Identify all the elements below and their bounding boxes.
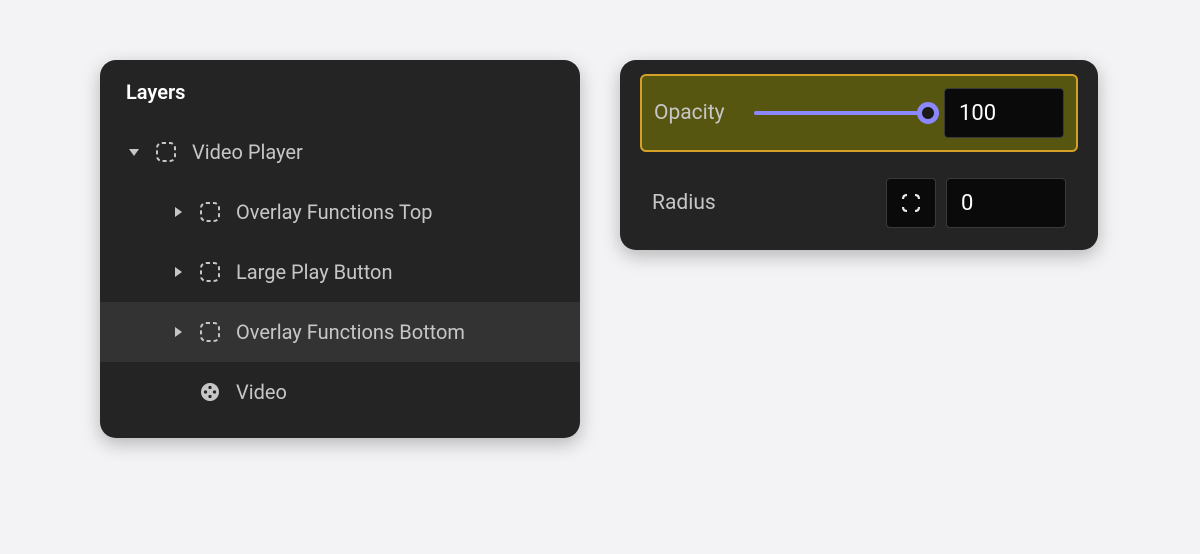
- layers-panel: Layers Video Player Overlay Functions To…: [100, 60, 580, 438]
- frame-icon: [198, 260, 222, 284]
- properties-panel: Opacity 100 Radius 0: [620, 60, 1098, 250]
- layer-label: Overlay Functions Top: [236, 200, 432, 224]
- layer-row-video[interactable]: Video: [100, 362, 580, 422]
- opacity-label: Opacity: [654, 101, 754, 125]
- disclosure-triangle-right-icon[interactable]: [170, 324, 186, 340]
- slider-track: [754, 111, 928, 115]
- radius-input[interactable]: 0: [946, 178, 1066, 228]
- disclosure-triangle-right-icon[interactable]: [170, 264, 186, 280]
- frame-icon: [198, 320, 222, 344]
- disclosure-triangle-down-icon[interactable]: [126, 144, 142, 160]
- layer-label: Overlay Functions Bottom: [236, 320, 465, 344]
- corner-radius-icon: [900, 192, 922, 214]
- slider-thumb[interactable]: [917, 102, 939, 124]
- frame-icon: [198, 200, 222, 224]
- layer-label: Video: [236, 380, 287, 404]
- opacity-row: Opacity 100: [640, 74, 1078, 152]
- opacity-slider[interactable]: [754, 111, 928, 115]
- disclosure-triangle-right-icon[interactable]: [170, 204, 186, 220]
- layer-row-overlay-bottom[interactable]: Overlay Functions Bottom: [100, 302, 580, 362]
- media-icon: [198, 380, 222, 404]
- uniform-radius-button[interactable]: [886, 178, 936, 228]
- layer-row-overlay-top[interactable]: Overlay Functions Top: [100, 182, 580, 242]
- layer-row-video-player[interactable]: Video Player: [100, 122, 580, 182]
- layer-label: Large Play Button: [236, 260, 393, 284]
- radius-row: Radius 0: [640, 178, 1078, 228]
- radius-label: Radius: [652, 191, 752, 215]
- layer-row-large-play[interactable]: Large Play Button: [100, 242, 580, 302]
- frame-icon: [154, 140, 178, 164]
- layer-label: Video Player: [192, 140, 303, 164]
- layers-header: Layers: [100, 60, 580, 122]
- opacity-input[interactable]: 100: [944, 88, 1064, 138]
